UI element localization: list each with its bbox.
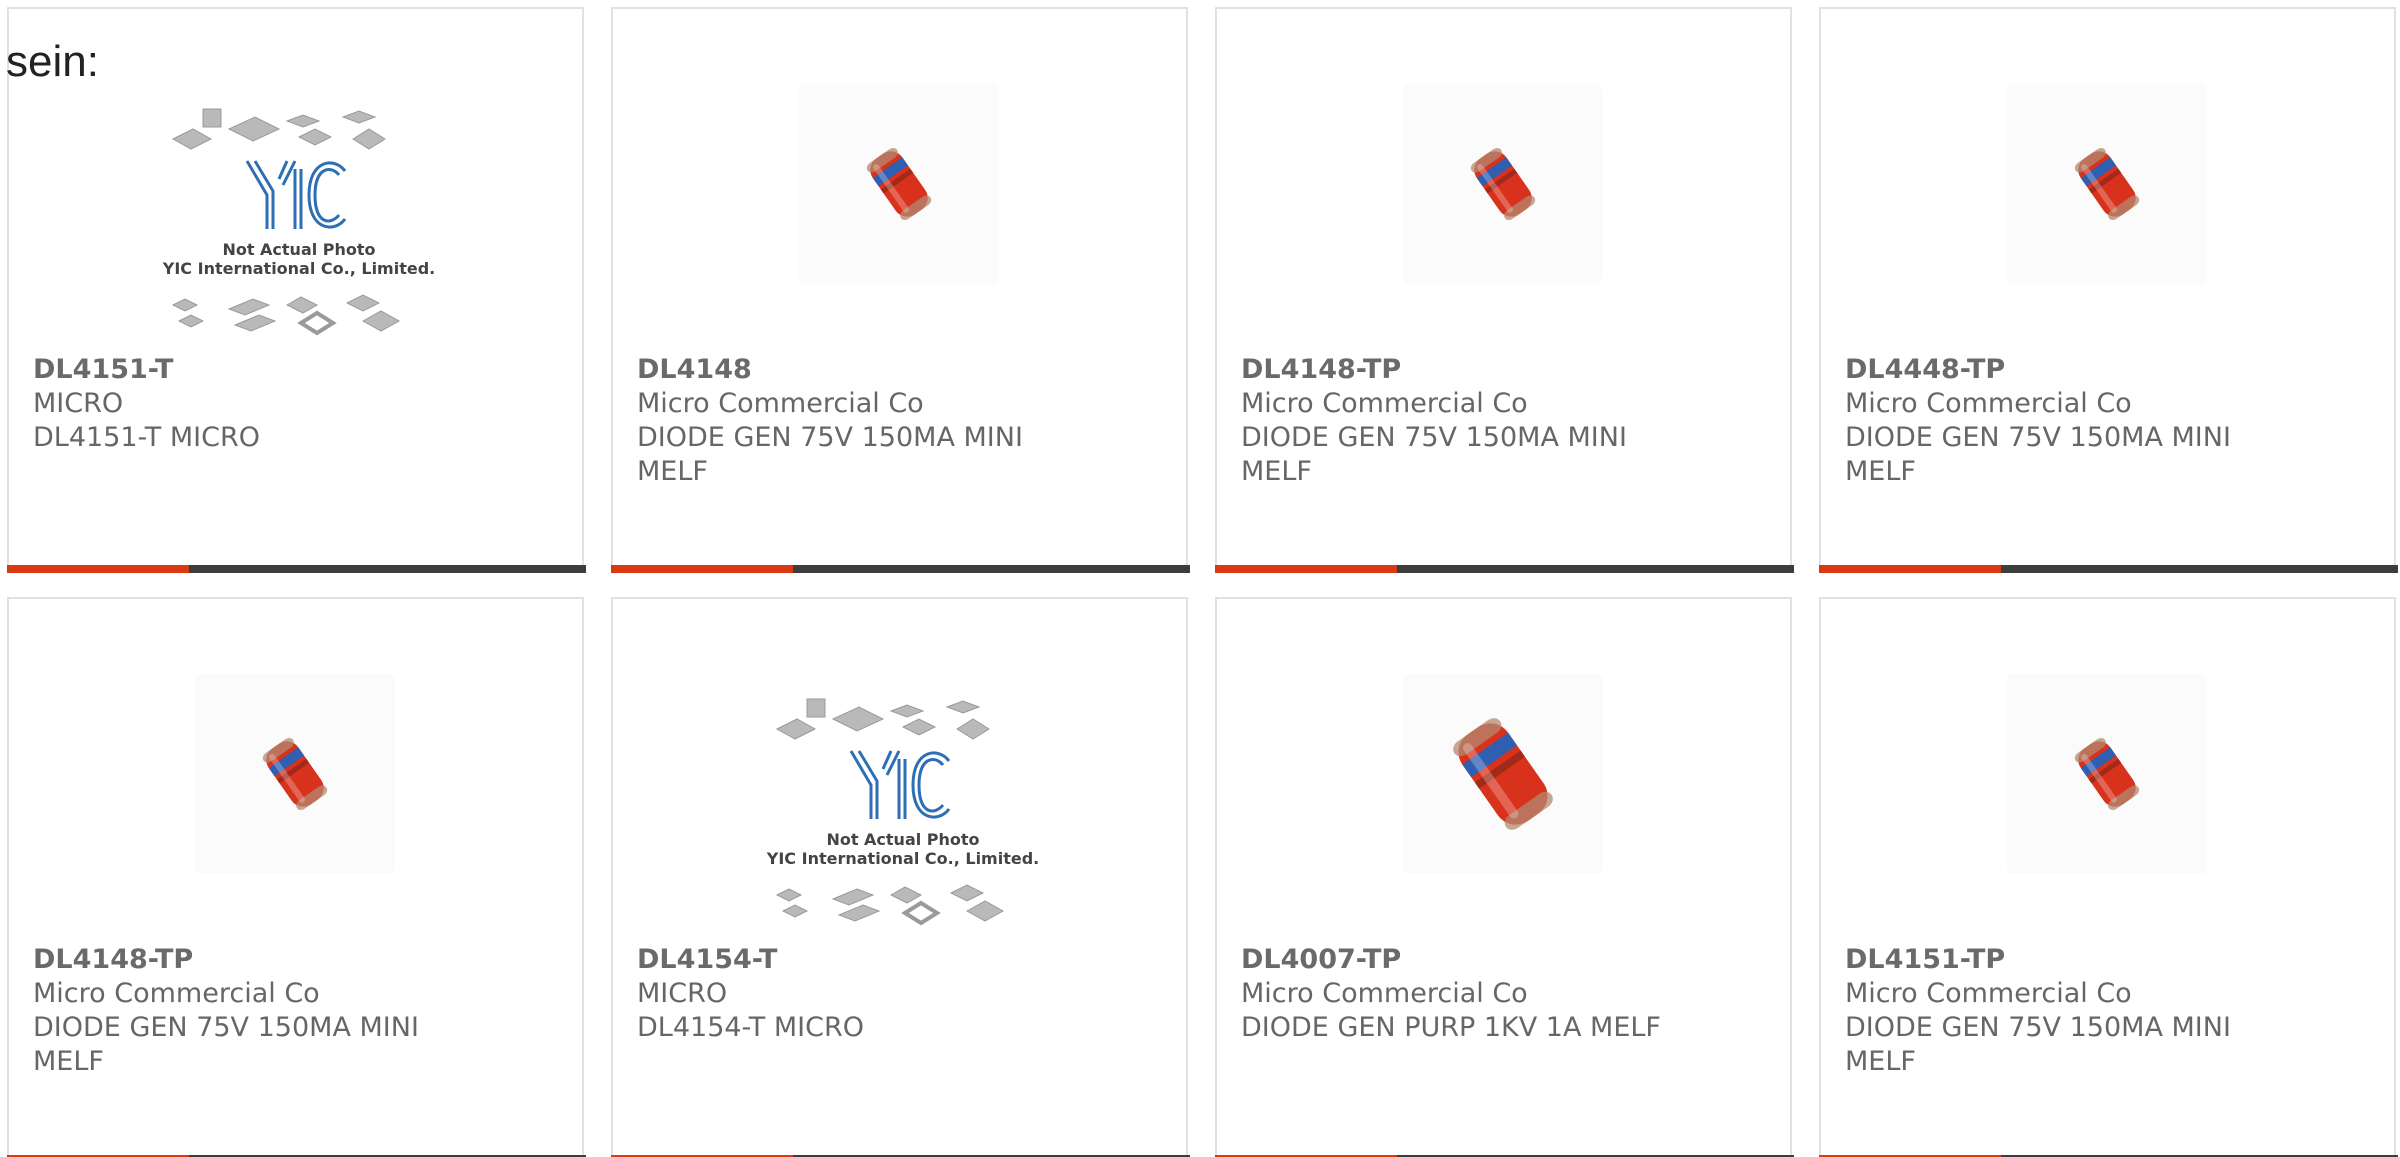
description: DIODE GEN PURP 1KV 1A MELF — [1241, 1012, 1661, 1043]
description: DL4154-T MICRO — [637, 1012, 865, 1043]
product-image[interactable] — [1217, 9, 1790, 349]
manufacturer: Micro Commercial Co — [1845, 978, 2132, 1009]
product-card[interactable]: DL4151-TP Micro Commercial Co DIODE GEN 75… — [1819, 597, 2398, 1157]
placeholder-image: Not Actual Photo YIC International Co., L… — [159, 99, 439, 345]
diode-photo-icon — [2074, 738, 2140, 810]
product-image[interactable]: Not Actual Photo YIC International Co., L… — [613, 599, 1186, 939]
product-card[interactable]: DL4148-TP Micro Commercial Co DIODE GEN 75… — [1215, 7, 1794, 573]
product-card[interactable]: DL4007-TP Micro Commercial Co DIODE GEN PU… — [1215, 597, 1794, 1157]
placeholder-caption-2: YIC International Co., Limited. — [766, 849, 1039, 868]
product-card[interactable]: DL4148-TP Micro Commercial Co DIODE GEN 75… — [7, 597, 586, 1157]
part-number-link[interactable]: DL4151-T — [33, 353, 473, 387]
placeholder-caption-1: Not Actual Photo — [222, 240, 375, 259]
part-number-link[interactable]: DL4154-T — [637, 943, 1077, 977]
diode-photo — [799, 84, 999, 284]
part-number-link[interactable]: DL4448-TP — [1845, 353, 2285, 387]
diode-photo — [1403, 84, 1603, 284]
diode-photo-icon — [262, 738, 328, 810]
diode-photo — [195, 674, 395, 874]
description: DIODE GEN 75V 150MA MINI MELF — [1845, 422, 2231, 487]
product-info: DL4151-T MICRO DL4151-T MICRO — [33, 353, 473, 455]
description: DIODE GEN 75V 150MA MINI MELF — [637, 422, 1023, 487]
part-number-link[interactable]: DL4148-TP — [33, 943, 473, 977]
manufacturer: MICRO — [33, 388, 124, 419]
product-card[interactable]: Not Actual Photo YIC International Co., L… — [7, 7, 586, 573]
manufacturer: Micro Commercial Co — [1241, 978, 1528, 1009]
product-image[interactable] — [9, 599, 582, 939]
card-accent-bar — [7, 565, 189, 573]
diode-photo — [2007, 84, 2207, 284]
placeholder-logo-icon: Not Actual PhotoYIC International Co., L… — [162, 108, 435, 336]
description: DIODE GEN 75V 150MA MINI MELF — [1241, 422, 1627, 487]
product-image[interactable] — [1821, 599, 2394, 939]
card-footer-bar — [7, 565, 586, 573]
description: DIODE GEN 75V 150MA MINI MELF — [1845, 1012, 2231, 1077]
product-image[interactable] — [613, 9, 1186, 349]
product-info: DL4007-TP Micro Commercial Co DIODE GEN PU… — [1241, 943, 1681, 1045]
manufacturer: Micro Commercial Co — [1845, 388, 2132, 419]
diode-photo-icon — [1470, 148, 1536, 220]
diode-photo-icon — [1453, 718, 1553, 830]
manufacturer: Micro Commercial Co — [33, 978, 320, 1009]
diode-photo-icon — [866, 148, 932, 220]
product-image[interactable] — [1821, 9, 2394, 349]
product-info: DL4148-TP Micro Commercial Co DIODE GEN 75… — [1241, 353, 1681, 489]
card-footer-bar — [611, 565, 1190, 573]
intro-text: sein: — [6, 37, 99, 86]
diode-photo-icon — [2074, 148, 2140, 220]
card-accent-bar — [1819, 565, 2001, 573]
product-info: DL4154-T MICRO DL4154-T MICRO — [637, 943, 1077, 1045]
placeholder-logo-icon: Not Actual PhotoYIC International Co., L… — [766, 698, 1039, 926]
product-image[interactable] — [1217, 599, 1790, 939]
manufacturer: MICRO — [637, 978, 728, 1009]
placeholder-caption-1: Not Actual Photo — [826, 830, 979, 849]
product-info: DL4148 Micro Commercial Co DIODE GEN 75V 1… — [637, 353, 1077, 489]
diode-photo — [1403, 674, 1603, 874]
description: DL4151-T MICRO — [33, 422, 261, 453]
placeholder-image: Not Actual Photo YIC International Co., L… — [763, 689, 1043, 935]
card-accent-bar — [611, 565, 793, 573]
product-card[interactable]: Not Actual Photo YIC International Co., L… — [611, 597, 1190, 1157]
manufacturer: Micro Commercial Co — [637, 388, 924, 419]
part-number-link[interactable]: DL4151-TP — [1845, 943, 2285, 977]
product-info: DL4148-TP Micro Commercial Co DIODE GEN 75… — [33, 943, 473, 1079]
description: DIODE GEN 75V 150MA MINI MELF — [33, 1012, 419, 1077]
product-card[interactable]: DL4148 Micro Commercial Co DIODE GEN 75V 1… — [611, 7, 1190, 573]
product-info: DL4151-TP Micro Commercial Co DIODE GEN 75… — [1845, 943, 2285, 1079]
card-footer-bar — [1819, 565, 2398, 573]
part-number-link[interactable]: DL4148 — [637, 353, 1077, 387]
diode-photo — [2007, 674, 2207, 874]
card-accent-bar — [1215, 565, 1397, 573]
manufacturer: Micro Commercial Co — [1241, 388, 1528, 419]
part-number-link[interactable]: DL4007-TP — [1241, 943, 1681, 977]
part-number-link[interactable]: DL4148-TP — [1241, 353, 1681, 387]
card-footer-bar — [1215, 565, 1794, 573]
placeholder-caption-2: YIC International Co., Limited. — [162, 259, 435, 278]
product-info: DL4448-TP Micro Commercial Co DIODE GEN 75… — [1845, 353, 2285, 489]
page: sein: Not Actual Photo YIC International… — [0, 0, 2400, 1157]
product-card[interactable]: DL4448-TP Micro Commercial Co DIODE GEN 75… — [1819, 7, 2398, 573]
